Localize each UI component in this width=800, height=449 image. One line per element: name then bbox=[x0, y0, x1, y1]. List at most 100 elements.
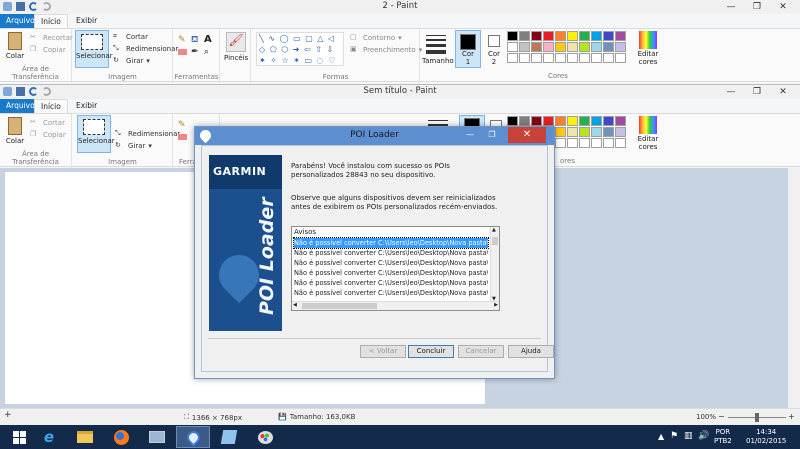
select-button[interactable]: Selecionar bbox=[77, 115, 115, 153]
tab-view[interactable]: Exibir bbox=[70, 14, 103, 28]
dialog-maximize-button[interactable]: ❐ bbox=[482, 128, 502, 142]
edit-colors-button[interactable]: Editar cores bbox=[636, 30, 660, 66]
list-item[interactable]: Não é possível converter C:\Users\leo\De… bbox=[293, 237, 489, 249]
paste-button[interactable]: Colar bbox=[4, 32, 26, 60]
shapes-gallery[interactable]: ╲ ∿ ◯ ▭ ▢ △ ◁ ◇ ⬠ ⬡ ➜ ⇦ ⇧ ⇩ ✦ ✧ ☆ ✶ ▭ ◌ ♡ bbox=[256, 32, 344, 66]
taskbar-firefox[interactable] bbox=[104, 426, 138, 448]
taskbar-paint[interactable] bbox=[248, 426, 282, 448]
color-swatch[interactable] bbox=[519, 42, 530, 52]
cut-button[interactable]: ✂ Cortar bbox=[30, 118, 65, 127]
resize-button[interactable]: ⤡ Redimensionar bbox=[115, 129, 180, 138]
color-swatch[interactable] bbox=[543, 42, 554, 52]
color-palette[interactable] bbox=[507, 31, 626, 63]
back-button[interactable]: < Voltar bbox=[360, 345, 406, 358]
color-swatch[interactable] bbox=[567, 127, 578, 137]
list-item[interactable]: Não é possível converter C:\Users\leo\De… bbox=[294, 278, 488, 288]
start-button[interactable] bbox=[2, 426, 36, 448]
list-item[interactable]: Não é possível converter C:\Users\leo\De… bbox=[294, 268, 488, 278]
color-swatch[interactable] bbox=[591, 53, 602, 63]
finish-button[interactable]: Concluir bbox=[408, 345, 454, 358]
color-swatch[interactable] bbox=[579, 116, 590, 126]
color-swatch[interactable] bbox=[603, 116, 614, 126]
paste-button[interactable]: Colar bbox=[4, 117, 26, 145]
copy-button[interactable]: ❐ Copiar bbox=[30, 130, 66, 139]
color-swatch[interactable] bbox=[531, 42, 542, 52]
color-swatch[interactable] bbox=[591, 138, 602, 148]
pencil-icon[interactable]: ✎ bbox=[178, 120, 186, 130]
taskbar-paint-3d[interactable] bbox=[212, 426, 246, 448]
color-swatch[interactable] bbox=[579, 138, 590, 148]
color-swatch[interactable] bbox=[519, 53, 530, 63]
minimize-button[interactable]: — bbox=[718, 86, 744, 98]
pencil-icon[interactable]: ✎ bbox=[178, 35, 186, 45]
cancel-button[interactable]: Cancelar bbox=[458, 345, 504, 358]
color-swatch[interactable] bbox=[555, 31, 566, 41]
brush-icon[interactable]: 🖌 bbox=[226, 32, 246, 52]
taskbar-internet-explorer[interactable]: e bbox=[32, 426, 66, 448]
color-swatch[interactable] bbox=[603, 42, 614, 52]
vertical-scrollbar[interactable] bbox=[788, 168, 800, 408]
color-swatch[interactable] bbox=[567, 138, 578, 148]
tab-home[interactable]: Início bbox=[34, 99, 68, 113]
rotate-button[interactable]: ↻ Girar ▾ bbox=[113, 56, 150, 65]
color-swatch[interactable] bbox=[531, 116, 542, 126]
taskbar-network-app[interactable] bbox=[140, 426, 174, 448]
list-vertical-scrollbar[interactable]: ▲ ▼ bbox=[490, 227, 499, 302]
tray-arrow-icon[interactable]: ▲ bbox=[658, 432, 664, 441]
dialog-minimize-button[interactable]: — bbox=[460, 128, 480, 142]
taskbar-poi-loader[interactable] bbox=[176, 426, 210, 448]
brushes-label[interactable]: Pincéis bbox=[224, 54, 248, 62]
plus-icon[interactable]: + bbox=[4, 410, 12, 420]
color-swatch[interactable] bbox=[579, 53, 590, 63]
select-button[interactable]: Selecionar bbox=[75, 30, 113, 68]
color1-button[interactable]: Cor 1 bbox=[455, 30, 481, 68]
list-item[interactable]: Não é possível converter C:\Users\leo\De… bbox=[294, 288, 488, 298]
flag-icon[interactable]: ⚑ bbox=[670, 431, 678, 441]
color-swatch[interactable] bbox=[507, 53, 518, 63]
color-swatch[interactable] bbox=[615, 42, 626, 52]
size-button[interactable]: Tamanho bbox=[422, 31, 454, 65]
color-swatch[interactable] bbox=[555, 138, 566, 148]
minimize-button[interactable]: — bbox=[718, 1, 744, 13]
color-swatch[interactable] bbox=[603, 127, 614, 137]
list-item[interactable]: Não é possível converter C:\Users\leo\De… bbox=[294, 248, 488, 258]
list-vertical-thumb[interactable] bbox=[492, 237, 498, 245]
zoom-slider[interactable] bbox=[728, 413, 786, 422]
color-swatch[interactable] bbox=[567, 116, 578, 126]
color-swatch[interactable] bbox=[555, 42, 566, 52]
cut-button[interactable]: ✂ Recortar bbox=[30, 33, 73, 42]
color-swatch[interactable] bbox=[531, 31, 542, 41]
restore-button[interactable]: ❐ bbox=[744, 86, 770, 98]
zoom-out-button[interactable]: − bbox=[718, 412, 725, 421]
list-item[interactable]: Não é possível converter C:\Users\leo\De… bbox=[294, 258, 488, 268]
volume-icon[interactable]: 🔊 bbox=[698, 431, 709, 441]
color-swatch[interactable] bbox=[567, 31, 578, 41]
help-button[interactable]: Ajuda bbox=[508, 345, 554, 358]
zoom-slider-thumb[interactable] bbox=[755, 413, 759, 422]
color-swatch[interactable] bbox=[591, 31, 602, 41]
tab-home[interactable]: Início bbox=[34, 14, 68, 28]
copy-button[interactable]: ❐ Copiar bbox=[30, 45, 66, 54]
color-swatch[interactable] bbox=[567, 53, 578, 63]
zoom-in-button[interactable]: + bbox=[788, 412, 795, 421]
color-swatch[interactable] bbox=[519, 31, 530, 41]
color-swatch[interactable] bbox=[615, 138, 626, 148]
color-swatch[interactable] bbox=[591, 116, 602, 126]
color-swatch[interactable] bbox=[615, 127, 626, 137]
color-swatch[interactable] bbox=[615, 53, 626, 63]
color-picker-icon[interactable]: ✒ bbox=[191, 47, 199, 57]
color-swatch[interactable] bbox=[615, 116, 626, 126]
color-swatch[interactable] bbox=[555, 53, 566, 63]
tab-view[interactable]: Exibir bbox=[70, 99, 103, 113]
scroll-up-arrow[interactable]: ▲ bbox=[492, 227, 496, 233]
color-swatch[interactable] bbox=[579, 127, 590, 137]
close-button[interactable]: ✕ bbox=[770, 1, 796, 13]
color-swatch[interactable] bbox=[507, 42, 518, 52]
color-swatch[interactable] bbox=[531, 53, 542, 63]
list-horizontal-scrollbar[interactable]: ◀ ▶ bbox=[292, 301, 499, 310]
list-horizontal-thumb[interactable] bbox=[302, 303, 377, 309]
color-swatch[interactable] bbox=[543, 53, 554, 63]
clock[interactable]: 14:34 01/02/2015 bbox=[746, 428, 786, 446]
color-swatch[interactable] bbox=[567, 42, 578, 52]
scroll-right-arrow[interactable]: ▶ bbox=[494, 302, 498, 308]
